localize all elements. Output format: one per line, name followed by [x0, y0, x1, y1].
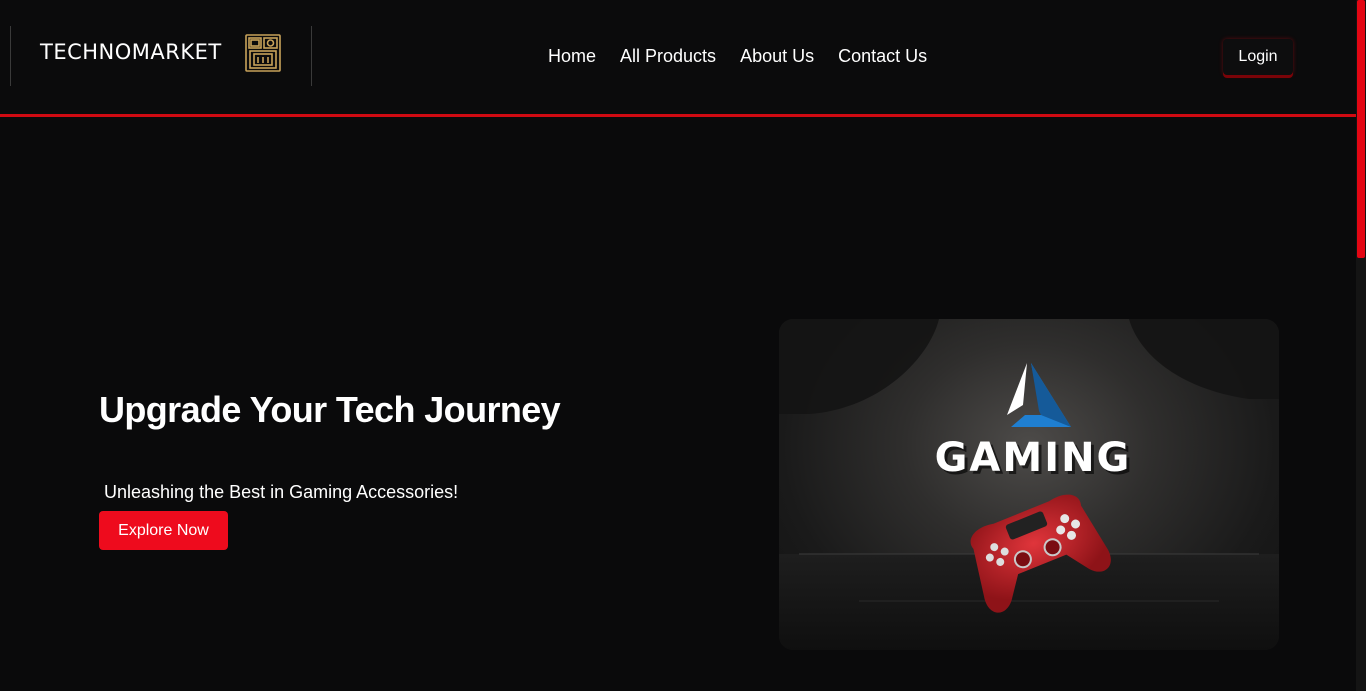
site-header: TECHNOMARKET Home All Products About Us …: [0, 0, 1356, 114]
hero-subtitle: Unleashing the Best in Gaming Accessorie…: [104, 482, 459, 502]
main-nav: Home All Products About Us Contact Us: [536, 44, 939, 68]
gaming-logo-icon: [1007, 363, 1071, 427]
page: TECHNOMARKET Home All Products About Us …: [0, 0, 1366, 691]
nav-contact-us[interactable]: Contact Us: [838, 44, 927, 68]
nav-about-us[interactable]: About Us: [740, 44, 814, 68]
nav-all-products[interactable]: All Products: [620, 44, 716, 68]
explore-now-button[interactable]: Explore Now: [99, 511, 228, 550]
hero-gaming-image: GAMING GAMING: [779, 319, 1279, 650]
page-scrollbar[interactable]: [1356, 0, 1366, 691]
logo[interactable]: TECHNOMARKET: [10, 26, 312, 86]
login-button[interactable]: Login: [1223, 39, 1293, 75]
nav-home[interactable]: Home: [548, 44, 596, 68]
hero-title: Upgrade Your Tech Journey: [99, 389, 561, 430]
scrollbar-thumb[interactable]: [1357, 0, 1365, 258]
retro-computer-icon: [244, 33, 282, 73]
header-divider: [0, 114, 1356, 117]
gaming-word: GAMING: [935, 435, 1132, 481]
logo-text: TECHNOMARKET: [40, 40, 222, 64]
